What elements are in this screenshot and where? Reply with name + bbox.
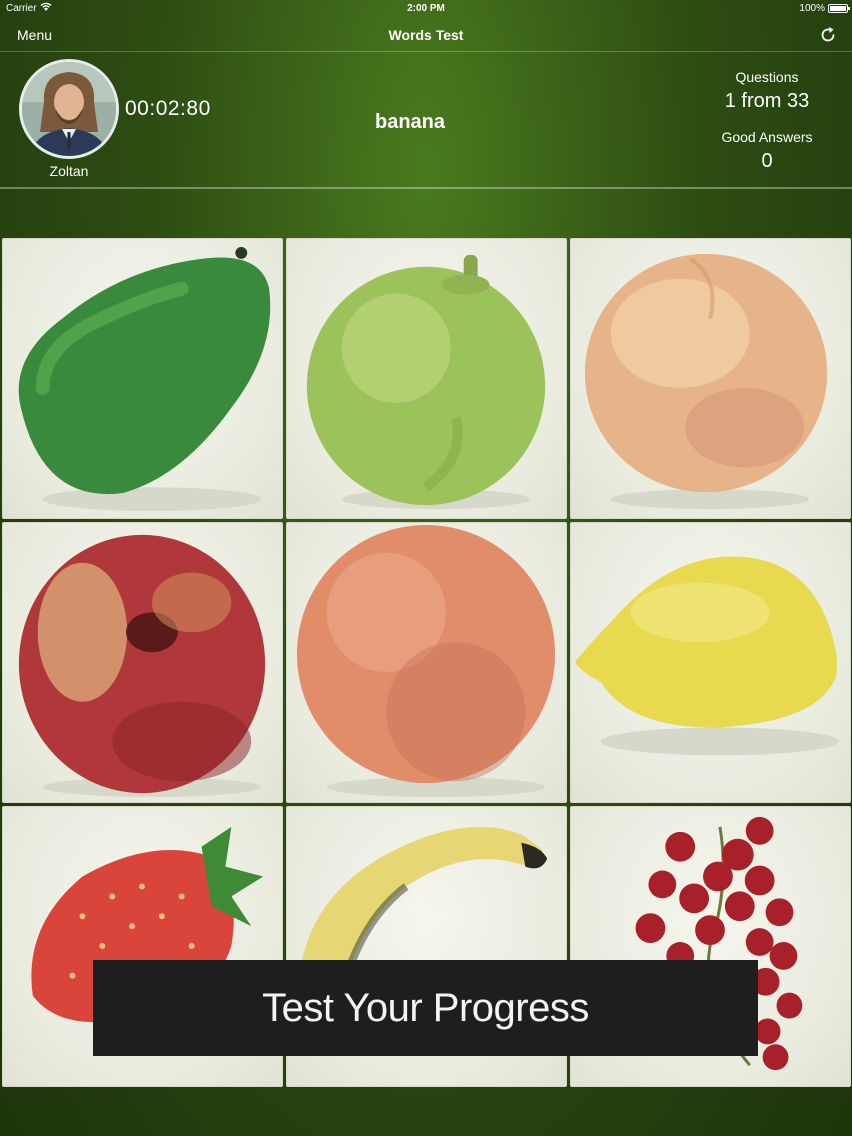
nav-title: Words Test [388, 27, 464, 43]
avocado-image [18, 246, 271, 512]
refresh-icon[interactable] [818, 25, 838, 45]
tile-avocado[interactable] [2, 238, 283, 519]
status-bar: Carrier 2:00 PM 100% [0, 0, 852, 18]
battery-percent: 100% [799, 3, 825, 14]
questions-label: Questions [735, 69, 799, 85]
tile-grapefruit[interactable] [286, 522, 567, 803]
fruit-grid [2, 238, 851, 1087]
tile-lime[interactable] [286, 238, 567, 519]
nav-bar: Menu Words Test [0, 18, 852, 52]
tile-peach[interactable] [2, 522, 283, 803]
test-progress-banner[interactable]: Test Your Progress [93, 960, 758, 1056]
menu-button[interactable]: Menu [17, 27, 52, 43]
lemon-image [574, 556, 840, 756]
battery-icon [828, 4, 850, 13]
grapefruit-image [296, 524, 556, 798]
tile-apricot[interactable] [570, 238, 851, 519]
quiz-header: Zoltan 00:02:80 banana Questions 1 from … [0, 53, 852, 189]
tile-lemon[interactable] [570, 522, 851, 803]
lime-image [306, 254, 546, 510]
apricot-image [584, 253, 828, 510]
user-name: Zoltan [49, 163, 89, 179]
quiz-stats: Questions 1 from 33 Good Answers 0 [682, 69, 852, 173]
peach-image [18, 534, 266, 798]
banner-text: Test Your Progress [262, 985, 589, 1030]
good-answers-label: Good Answers [721, 129, 813, 145]
good-answers-value: 0 [761, 150, 773, 172]
avatar [19, 59, 119, 159]
questions-value: 1 from 33 [724, 90, 810, 112]
clock: 2:00 PM [407, 3, 445, 14]
